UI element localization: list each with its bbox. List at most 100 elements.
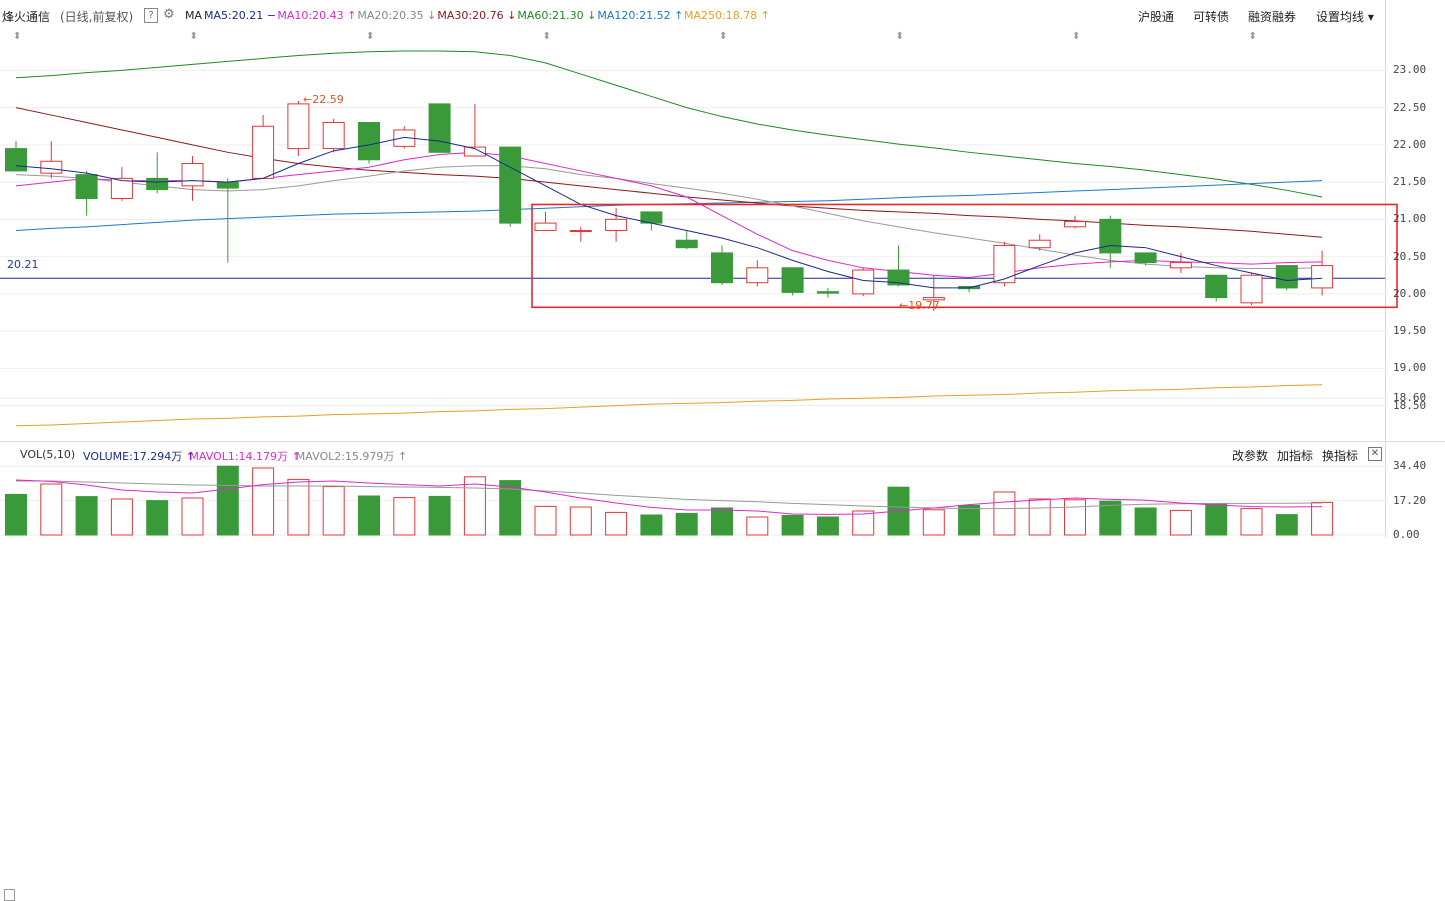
volume-tick-label: 34.40 (1393, 459, 1427, 473)
ma120-line (15, 180, 1323, 232)
candle-body (852, 269, 875, 295)
low-annotation: ←19.77 (899, 299, 940, 312)
volume-bar (640, 514, 663, 536)
ma60-line (15, 50, 1323, 198)
volume-bar (146, 500, 169, 536)
legend-item: VOLUME:17.294万 ↑ (83, 450, 195, 463)
candle-body (1099, 218, 1122, 254)
volume-bar (428, 495, 451, 536)
candle-body (1134, 252, 1157, 264)
volume-bar (5, 493, 27, 536)
price-tick-label: 21.00 (1393, 212, 1427, 226)
volume-bar (252, 467, 275, 536)
price-tick-label: 19.50 (1393, 324, 1427, 338)
candle-body (287, 103, 310, 150)
ma10-line (15, 151, 1323, 278)
event-marker: ⬍ (896, 31, 904, 42)
ma5-line (15, 136, 1323, 289)
volume-bar (1169, 509, 1192, 536)
change-params-button[interactable]: 改参数 (1232, 447, 1268, 464)
event-marker: ⬍ (1072, 31, 1080, 42)
volume-bar (181, 497, 204, 536)
add-indicator-button[interactable]: 加指标 (1277, 447, 1313, 464)
candle-body (146, 177, 169, 191)
legend-item: MAVOL2:15.979万 ↑ (295, 450, 408, 463)
volume-bar (711, 507, 733, 536)
candle-body (675, 239, 698, 249)
candle-body (40, 160, 63, 174)
price-tick-label: 21.50 (1393, 175, 1427, 189)
close-icon[interactable]: ✕ (1368, 447, 1382, 461)
collapse-icon[interactable] (4, 889, 15, 901)
volume-bar (675, 512, 698, 536)
volume-tick-label: 0.00 (1393, 528, 1420, 541)
price-tick-label: 23.00 (1393, 63, 1427, 77)
volume-bar (1205, 503, 1228, 536)
volume-bar (216, 465, 239, 536)
price-tick-label: 20.00 (1393, 286, 1427, 300)
volume-bar (322, 486, 345, 536)
candle-body (1311, 265, 1334, 289)
volume-bar (287, 478, 310, 536)
vol-label: VOL(5,10) (20, 448, 76, 461)
volume-bar (358, 495, 380, 536)
candle-body (428, 103, 451, 153)
candle-body (816, 291, 839, 294)
candle-body (1275, 265, 1298, 289)
volume-bar (110, 498, 133, 536)
volume-bar (569, 506, 592, 536)
candle-body (75, 174, 98, 200)
candle-body (534, 222, 557, 232)
event-marker: ⬍ (719, 31, 727, 42)
candle-body (1240, 274, 1263, 304)
volume-bar (605, 511, 628, 536)
candle-body (1169, 262, 1192, 269)
volume-bar (1240, 508, 1263, 536)
candle-body (781, 267, 804, 293)
mavol2-line (16, 480, 1323, 510)
ma30-line (15, 107, 1323, 238)
volume-bar (922, 509, 945, 536)
price-tick-label: 18.50 (1393, 398, 1427, 412)
volume-bar (75, 496, 98, 536)
event-marker: ⬍ (366, 31, 374, 42)
volume-bar (534, 505, 557, 536)
high-annotation: ←22.59 (303, 93, 344, 106)
volume-tick-label: 17.20 (1393, 493, 1427, 507)
volume-bar (1275, 514, 1298, 536)
candle-body (499, 146, 522, 224)
candle-body (605, 218, 628, 232)
volume-bar (1028, 498, 1051, 536)
volume-bar (746, 516, 769, 536)
candle-body (1064, 221, 1086, 228)
volume-bar (781, 514, 804, 536)
volume-bar (463, 476, 486, 536)
candle-body (5, 148, 27, 172)
candle-body (322, 122, 345, 150)
volume-bar (1134, 507, 1157, 536)
low-annotation-value: 19.77 (908, 299, 940, 312)
volume-bar (816, 516, 839, 536)
candle-body (181, 162, 204, 187)
volume-bar (393, 497, 416, 536)
volume-bar (958, 504, 981, 536)
event-marker: ⬍ (13, 31, 21, 42)
candle-body (1028, 239, 1051, 249)
candle-body (358, 122, 380, 161)
volume-bar (852, 510, 875, 536)
switch-indicator-button[interactable]: 换指标 (1322, 447, 1358, 464)
candle-body (746, 267, 769, 284)
volume-bar (40, 483, 63, 536)
event-marker: ⬍ (190, 31, 198, 42)
last-price-label: 20.21 (7, 258, 39, 271)
event-marker: ⬍ (1249, 31, 1257, 42)
volume-bar (1064, 499, 1086, 536)
price-tick-label: 19.00 (1393, 361, 1427, 375)
candle-body (1205, 274, 1228, 299)
candle-body (993, 244, 1016, 284)
high-annotation-value: 22.59 (312, 93, 344, 106)
volume-header: VOL(5,10) VOLUME:17.294万 ↑ MAVOL1:14.179万… (0, 441, 1385, 901)
candle-body (216, 181, 239, 189)
volume-bar (993, 491, 1016, 536)
price-tick-label: 22.00 (1393, 137, 1427, 151)
